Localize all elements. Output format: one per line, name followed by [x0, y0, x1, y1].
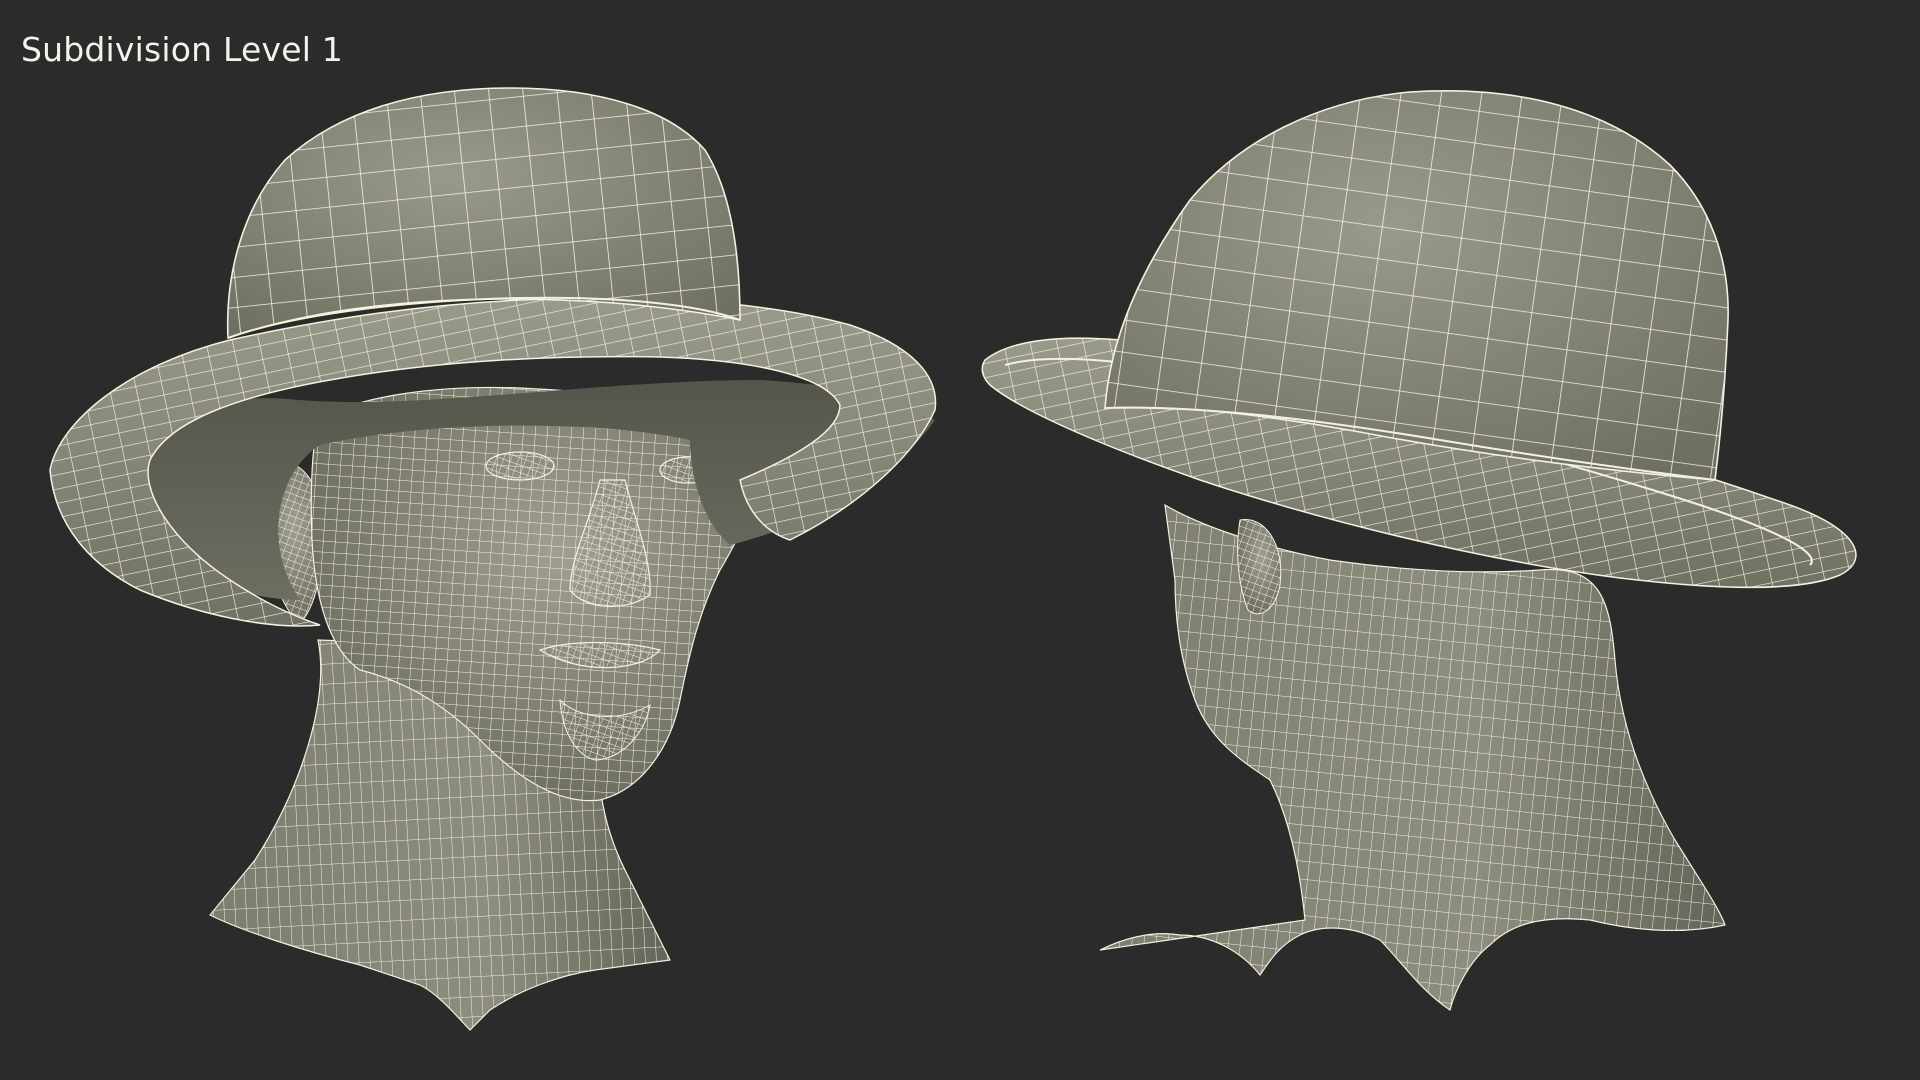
front-view-model	[49, 87, 937, 1031]
front-hat-crown	[226, 87, 741, 340]
back-neck-mesh	[1099, 503, 1726, 1011]
back-view-model	[981, 90, 1857, 1011]
back-ear-mesh	[1237, 518, 1282, 615]
wireframe-render	[49, 87, 1857, 1031]
render-viewport: Subdivision Level 1	[0, 0, 1920, 1080]
front-left-eye	[485, 451, 555, 481]
